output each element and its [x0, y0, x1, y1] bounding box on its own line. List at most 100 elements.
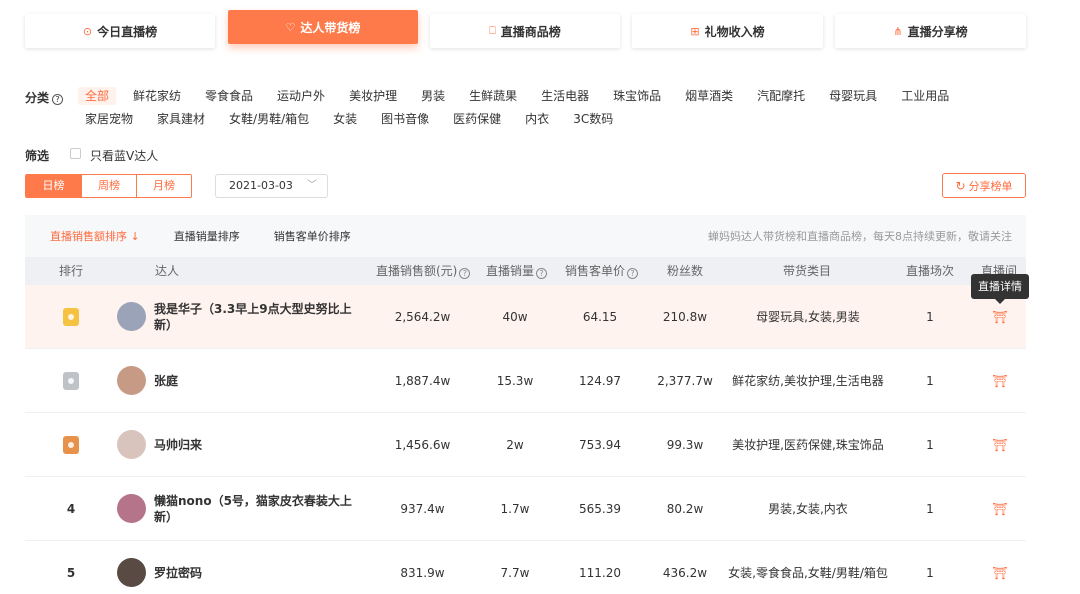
- period-weekly[interactable]: 周榜: [81, 175, 136, 197]
- talent-cell[interactable]: 马帅归来: [117, 413, 367, 476]
- category-item[interactable]: 珠宝饰品: [606, 87, 668, 105]
- category-item[interactable]: 工业用品: [894, 87, 956, 105]
- sales-volume-cell: 2w: [506, 437, 524, 452]
- rank-cell: [25, 285, 117, 348]
- category-item[interactable]: 图书音像: [374, 110, 436, 128]
- rank-cell: 5: [25, 541, 117, 594]
- tab-gift-income[interactable]: ⊞ 礼物收入榜: [632, 14, 823, 48]
- tab-live-share[interactable]: ⋔ 直播分享榜: [835, 14, 1026, 48]
- sales-volume-cell: 7.7w: [500, 565, 530, 580]
- talent-cell[interactable]: 我是华子（3.3早上9点大型史努比上新）: [117, 285, 367, 348]
- rank-cell: 4: [25, 477, 117, 540]
- category-all[interactable]: 全部: [78, 87, 117, 105]
- period-monthly[interactable]: 月榜: [136, 175, 191, 197]
- table-row[interactable]: 4 懒猫nono（5号，猫家皮衣春装大上新） 937.4w 1.7w 565.3…: [25, 477, 1026, 541]
- header-rank: 排行: [59, 264, 84, 278]
- talent-cell[interactable]: 张庭: [117, 349, 367, 412]
- talent-name[interactable]: 马帅归来: [154, 437, 354, 453]
- sessions-cell: 1: [926, 565, 934, 580]
- talent-cell[interactable]: 罗拉密码: [117, 541, 367, 594]
- header-sales-volume[interactable]: 直播销量?: [486, 257, 548, 285]
- tab-live-products[interactable]: ⎕ 直播商品榜: [430, 14, 620, 48]
- sales-volume-cell: 1.7w: [500, 501, 530, 516]
- category-item[interactable]: 运动户外: [270, 87, 332, 105]
- live-room-icon[interactable]: ⛩: [992, 566, 1007, 580]
- talent-name[interactable]: 我是华子（3.3早上9点大型史努比上新）: [154, 301, 354, 333]
- avatar: [117, 302, 146, 331]
- live-room-cell[interactable]: ⛩: [975, 413, 1025, 476]
- chevron-down-icon: ﹀: [307, 180, 317, 191]
- table-row[interactable]: 张庭 1,887.4w 15.3w 124.97 2,377.7w 鲜花家纺,美…: [25, 349, 1026, 413]
- category-item[interactable]: 母婴玩具: [822, 87, 884, 105]
- category-item[interactable]: 男装: [414, 87, 452, 105]
- categories-cell: 母婴玩具,女装,男装: [756, 310, 860, 324]
- sort-bar: 直播销售额排序 ↓ 直播销量排序 销售客单价排序 蝉妈妈达人带货榜和直播商品榜，…: [25, 215, 1026, 257]
- category-item[interactable]: 鲜花家纺: [126, 87, 188, 105]
- table-row[interactable]: 马帅归来 1,456.6w 2w 753.94 99.3w 美妆护理,医药保健,…: [25, 413, 1026, 477]
- tab-talent-sales[interactable]: ♡ 达人带货榜: [228, 10, 418, 44]
- rank-number: 5: [66, 565, 76, 580]
- header-sales-amount[interactable]: 直播销售额(元)?: [376, 257, 471, 285]
- bronze-medal-icon: [63, 435, 79, 454]
- date-picker[interactable]: 2021-03-03 ﹀: [215, 174, 328, 198]
- category-item[interactable]: 家具建材: [150, 110, 212, 128]
- live-room-icon[interactable]: ⛩: [992, 374, 1007, 388]
- sort-by-sales-volume[interactable]: 直播销量排序: [174, 228, 240, 244]
- category-item[interactable]: 3C数码: [566, 110, 620, 128]
- header-unit-price[interactable]: 销售客单价?: [565, 257, 639, 285]
- period-daily[interactable]: 日榜: [26, 175, 81, 197]
- sort-by-sales-amount[interactable]: 直播销售额排序 ↓: [50, 228, 140, 244]
- live-room-icon[interactable]: ⛩: [992, 310, 1007, 324]
- table-row[interactable]: 5 罗拉密码 831.9w 7.7w 111.20 436.2w 女装,零食食品…: [25, 541, 1026, 594]
- rank-cell: [25, 413, 117, 476]
- category-row-1: 全部 鲜花家纺 零食食品 运动户外 美妆护理 男装 生鲜蔬果 生活电器 珠宝饰品…: [78, 87, 966, 105]
- sessions-cell: 1: [926, 373, 934, 388]
- blue-v-checkbox[interactable]: [70, 148, 81, 159]
- live-detail-tooltip: 直播详情: [971, 274, 1029, 304]
- unit-price-cell: 565.39: [579, 501, 621, 516]
- sessions-cell: 1: [926, 501, 934, 516]
- avatar: [117, 366, 146, 395]
- live-room-cell[interactable]: ⛩: [975, 349, 1025, 412]
- rank-number: 4: [66, 501, 76, 516]
- blue-v-checkbox-label[interactable]: 只看蓝V达人: [90, 147, 158, 164]
- help-icon[interactable]: ?: [627, 268, 639, 279]
- unit-price-cell: 111.20: [579, 565, 621, 580]
- categories-cell: 美妆护理,医药保健,珠宝饰品: [732, 438, 884, 452]
- help-icon[interactable]: ?: [459, 268, 471, 279]
- ranking-tabs: ⊙ 今日直播榜 ♡ 达人带货榜 ⎕ 直播商品榜 ⊞ 礼物收入榜 ⋔ 直播分享榜: [25, 10, 1026, 50]
- help-icon[interactable]: ?: [52, 94, 64, 105]
- categories-cell: 女装,零食食品,女鞋/男鞋/箱包: [728, 566, 888, 580]
- sort-by-unit-price[interactable]: 销售客单价排序: [274, 228, 351, 244]
- share-list-button[interactable]: ↻ 分享榜单: [942, 173, 1026, 198]
- talent-name[interactable]: 罗拉密码: [154, 565, 354, 581]
- talent-name[interactable]: 张庭: [154, 373, 354, 389]
- category-item[interactable]: 汽配摩托: [750, 87, 812, 105]
- live-room-cell[interactable]: ⛩: [975, 541, 1025, 594]
- category-item[interactable]: 家居宠物: [78, 110, 140, 128]
- category-item[interactable]: 生鲜蔬果: [462, 87, 524, 105]
- category-item[interactable]: 零食食品: [198, 87, 260, 105]
- category-item[interactable]: 医药保健: [446, 110, 508, 128]
- category-item[interactable]: 女鞋/男鞋/箱包: [222, 110, 316, 128]
- tab-today-live[interactable]: ⊙ 今日直播榜: [25, 14, 215, 48]
- live-room-cell[interactable]: ⛩: [975, 477, 1025, 540]
- live-room-icon[interactable]: ⛩: [992, 502, 1007, 516]
- category-item[interactable]: 内衣: [518, 110, 556, 128]
- rank-cell: [25, 349, 117, 412]
- table-header: 排行 达人 直播销售额(元)? 直播销量? 销售客单价? 粉丝数 带货类目 直播…: [25, 257, 1026, 285]
- category-label: 分类?: [25, 89, 64, 106]
- help-icon[interactable]: ?: [536, 268, 548, 279]
- header-sessions: 直播场次: [906, 264, 955, 278]
- talent-name[interactable]: 懒猫nono（5号，猫家皮衣春装大上新）: [154, 493, 354, 525]
- filter-label: 筛选: [25, 149, 50, 163]
- live-room-icon[interactable]: ⛩: [992, 438, 1007, 452]
- table-row[interactable]: 我是华子（3.3早上9点大型史努比上新） 2,564.2w 40w 64.15 …: [25, 285, 1026, 349]
- category-item[interactable]: 女装: [326, 110, 364, 128]
- category-item[interactable]: 烟草酒类: [678, 87, 740, 105]
- category-item[interactable]: 美妆护理: [342, 87, 404, 105]
- talent-cell[interactable]: 懒猫nono（5号，猫家皮衣春装大上新）: [117, 477, 367, 540]
- category-item[interactable]: 生活电器: [534, 87, 596, 105]
- avatar: [117, 558, 146, 587]
- sales-amount-cell: 937.4w: [400, 501, 445, 516]
